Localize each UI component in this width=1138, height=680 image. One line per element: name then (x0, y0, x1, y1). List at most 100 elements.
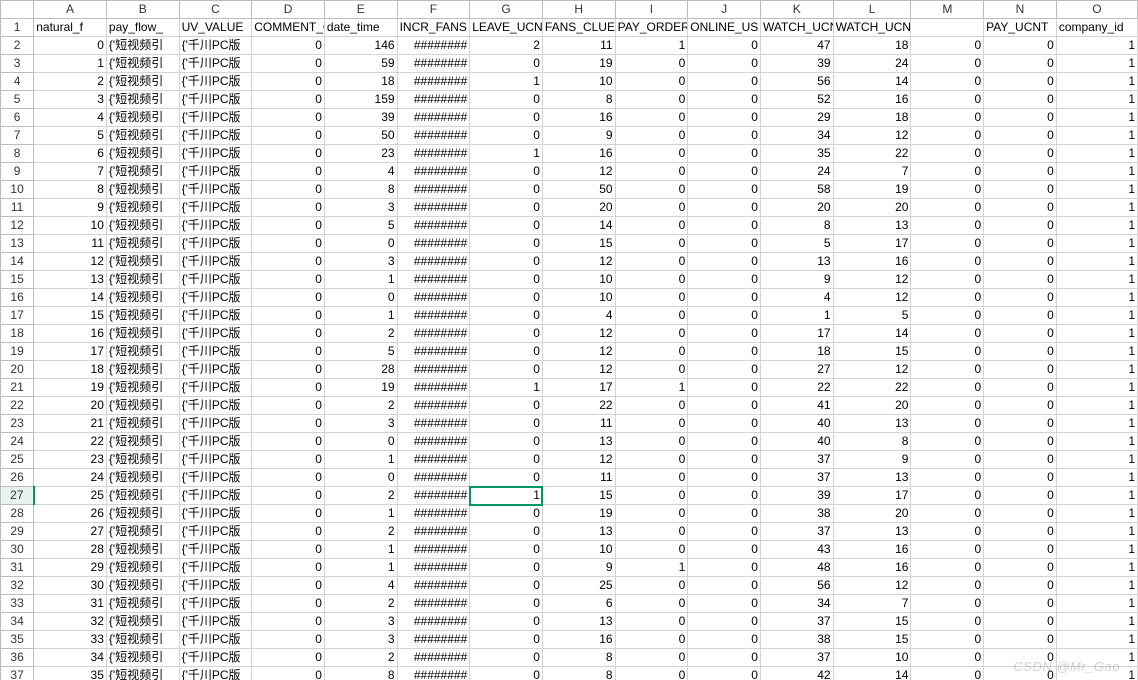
cell-C5[interactable]: {'千川PC版 (179, 91, 252, 109)
cell-K15[interactable]: 9 (760, 271, 833, 289)
cell-C11[interactable]: {'千川PC版 (179, 199, 252, 217)
cell-O34[interactable]: 1 (1056, 613, 1137, 631)
cell-C18[interactable]: {'千川PC版 (179, 325, 252, 343)
cell-O35[interactable]: 1 (1056, 631, 1137, 649)
cell-I4[interactable]: 0 (615, 73, 688, 91)
cell-O28[interactable]: 1 (1056, 505, 1137, 523)
cell-G7[interactable]: 0 (470, 127, 543, 145)
cell-E36[interactable]: 2 (324, 649, 397, 667)
cell-N35[interactable]: 0 (984, 631, 1057, 649)
cell-D4[interactable]: 0 (252, 73, 325, 91)
cell-K3[interactable]: 39 (760, 55, 833, 73)
cell-J15[interactable]: 0 (688, 271, 761, 289)
cell-J26[interactable]: 0 (688, 469, 761, 487)
cell-B24[interactable]: {'短视频引 (106, 433, 179, 451)
cell-L28[interactable]: 20 (833, 505, 911, 523)
cell-F14[interactable]: ######## (397, 253, 470, 271)
cell-D35[interactable]: 0 (252, 631, 325, 649)
cell-K8[interactable]: 35 (760, 145, 833, 163)
column-header-K[interactable]: K (760, 1, 833, 19)
cell-K37[interactable]: 42 (760, 667, 833, 680)
cell-E3[interactable]: 59 (324, 55, 397, 73)
cell-I22[interactable]: 0 (615, 397, 688, 415)
cell-D12[interactable]: 0 (252, 217, 325, 235)
cell-N22[interactable]: 0 (984, 397, 1057, 415)
cell-N5[interactable]: 0 (984, 91, 1057, 109)
row-header-15[interactable]: 15 (1, 271, 34, 289)
cell-I18[interactable]: 0 (615, 325, 688, 343)
cell-M16[interactable]: 0 (911, 289, 984, 307)
cell-J20[interactable]: 0 (688, 361, 761, 379)
cell-C37[interactable]: {'千川PC版 (179, 667, 252, 680)
cell-E15[interactable]: 1 (324, 271, 397, 289)
cell-E24[interactable]: 0 (324, 433, 397, 451)
row-header-34[interactable]: 34 (1, 613, 34, 631)
cell-K30[interactable]: 43 (760, 541, 833, 559)
row-header-26[interactable]: 26 (1, 469, 34, 487)
cell-G10[interactable]: 0 (470, 181, 543, 199)
cell-C26[interactable]: {'千川PC版 (179, 469, 252, 487)
cell-K20[interactable]: 27 (760, 361, 833, 379)
cell-H29[interactable]: 13 (542, 523, 615, 541)
cell-A21[interactable]: 19 (34, 379, 107, 397)
cell-D14[interactable]: 0 (252, 253, 325, 271)
cell-N29[interactable]: 0 (984, 523, 1057, 541)
cell-J9[interactable]: 0 (688, 163, 761, 181)
cell-B11[interactable]: {'短视频引 (106, 199, 179, 217)
cell-A12[interactable]: 10 (34, 217, 107, 235)
cell-L20[interactable]: 12 (833, 361, 911, 379)
cell-D26[interactable]: 0 (252, 469, 325, 487)
cell-F28[interactable]: ######## (397, 505, 470, 523)
cell-J27[interactable]: 0 (688, 487, 761, 505)
cell-C28[interactable]: {'千川PC版 (179, 505, 252, 523)
cell-O14[interactable]: 1 (1056, 253, 1137, 271)
cell-C27[interactable]: {'千川PC版 (179, 487, 252, 505)
cell-B17[interactable]: {'短视频引 (106, 307, 179, 325)
cell-E2[interactable]: 146 (324, 37, 397, 55)
cell-M25[interactable]: 0 (911, 451, 984, 469)
cell-N9[interactable]: 0 (984, 163, 1057, 181)
row-header-31[interactable]: 31 (1, 559, 34, 577)
cell-L5[interactable]: 16 (833, 91, 911, 109)
row-header-22[interactable]: 22 (1, 397, 34, 415)
cell-M10[interactable]: 0 (911, 181, 984, 199)
cell-A8[interactable]: 6 (34, 145, 107, 163)
row-header-19[interactable]: 19 (1, 343, 34, 361)
cell-I20[interactable]: 0 (615, 361, 688, 379)
cell-J32[interactable]: 0 (688, 577, 761, 595)
cell-M28[interactable]: 0 (911, 505, 984, 523)
cell-N7[interactable]: 0 (984, 127, 1057, 145)
cell-H14[interactable]: 12 (542, 253, 615, 271)
cell-I8[interactable]: 0 (615, 145, 688, 163)
cell-L8[interactable]: 22 (833, 145, 911, 163)
cell-F23[interactable]: ######## (397, 415, 470, 433)
cell-A13[interactable]: 11 (34, 235, 107, 253)
cell-B26[interactable]: {'短视频引 (106, 469, 179, 487)
cell-L35[interactable]: 15 (833, 631, 911, 649)
cell-F5[interactable]: ######## (397, 91, 470, 109)
cell-B8[interactable]: {'短视频引 (106, 145, 179, 163)
cell-H11[interactable]: 20 (542, 199, 615, 217)
cell-N37[interactable]: 0 (984, 667, 1057, 680)
cell-G19[interactable]: 0 (470, 343, 543, 361)
cell-F9[interactable]: ######## (397, 163, 470, 181)
cell-G31[interactable]: 0 (470, 559, 543, 577)
cell-A16[interactable]: 14 (34, 289, 107, 307)
cell-O5[interactable]: 1 (1056, 91, 1137, 109)
cell-I24[interactable]: 0 (615, 433, 688, 451)
cell-M20[interactable]: 0 (911, 361, 984, 379)
cell-C8[interactable]: {'千川PC版 (179, 145, 252, 163)
cell-N21[interactable]: 0 (984, 379, 1057, 397)
cell-H18[interactable]: 12 (542, 325, 615, 343)
cell-H7[interactable]: 9 (542, 127, 615, 145)
column-header-M[interactable]: M (911, 1, 984, 19)
cell-J30[interactable]: 0 (688, 541, 761, 559)
cell-J29[interactable]: 0 (688, 523, 761, 541)
cell-D21[interactable]: 0 (252, 379, 325, 397)
cell-D11[interactable]: 0 (252, 199, 325, 217)
cell-A9[interactable]: 7 (34, 163, 107, 181)
cell-E17[interactable]: 1 (324, 307, 397, 325)
cell-F35[interactable]: ######## (397, 631, 470, 649)
cell-G14[interactable]: 0 (470, 253, 543, 271)
cell-G30[interactable]: 0 (470, 541, 543, 559)
